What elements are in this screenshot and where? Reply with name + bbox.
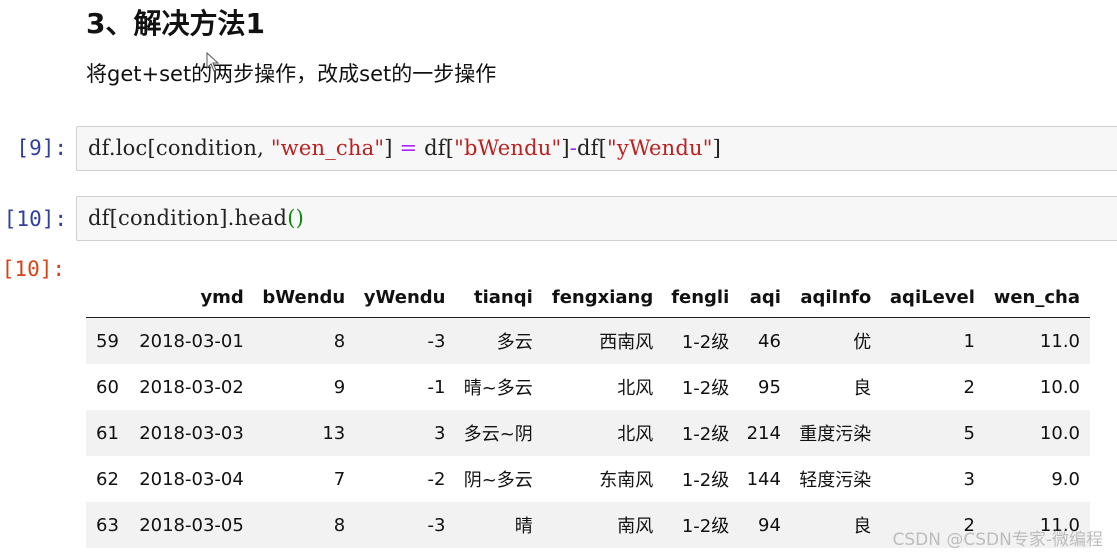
column-header-aqiLevel: aqiLevel <box>881 277 985 318</box>
table-cell: 7 <box>333 468 346 490</box>
table-cell: 214 <box>739 410 791 456</box>
input-prompt-10: [10]: <box>3 207 67 231</box>
table-cell: 东南风 <box>599 470 654 491</box>
output-prompt-10: t[10]: <box>0 257 65 281</box>
row-index: 60 <box>96 376 119 398</box>
table-cell: 多云 <box>455 317 543 364</box>
table-cell: -2 <box>427 468 446 490</box>
code-cell-10[interactable]: df[condition].head() <box>76 196 1117 241</box>
code-line[interactable]: df.loc[condition, "wen_cha"] = df["bWend… <box>88 136 721 160</box>
table-cell: 2018-03-01 <box>130 317 254 364</box>
code-token: df[ <box>417 136 455 160</box>
table-cell: -3 <box>355 317 456 364</box>
code-token: - <box>569 136 578 160</box>
code-line[interactable]: df[condition].head() <box>88 206 304 230</box>
table-cell: 1-2级 <box>681 378 730 399</box>
table-row: 60 2018-03-02 9 -1 晴~多云 北风 1-2级 95 良 2 10.0 <box>86 364 1090 410</box>
table-cell: 1-2级 <box>663 410 740 456</box>
table-cell: 北风 <box>617 378 654 399</box>
table-cell: 3 <box>963 468 975 490</box>
table-cell: 西南风 <box>542 317 664 364</box>
table-cell: 良 <box>853 378 872 399</box>
table-cell: 1-2级 <box>663 317 740 364</box>
table-cell: 良 <box>790 502 882 548</box>
table-cell: 轻度污染 <box>799 470 872 491</box>
table-cell: -3 <box>355 502 456 548</box>
table-row: 59 2018-03-01 8 -3 多云 西南风 1-2级 46 优 1 11.0 <box>86 317 1090 364</box>
index-header <box>86 277 131 318</box>
dataframe-output-table: ymd bWendu yWendu tianqi fengxiang fengli aqi a… <box>86 277 1090 548</box>
table-cell: 2018-03-03 <box>130 410 254 456</box>
table-cell: 晴 <box>455 502 543 548</box>
table-cell: 3 <box>355 410 456 456</box>
column-header-ymd: ymd <box>130 277 254 318</box>
column-header-tianqi: tianqi <box>455 277 543 318</box>
table-cell: -1 <box>427 376 446 398</box>
column-header-yWendu: yWendu <box>355 277 456 318</box>
code-token: ] <box>712 136 722 160</box>
column-header-aqiInfo: aqiInfo <box>790 277 882 318</box>
section-heading: 3、解决方法1 <box>86 7 265 40</box>
table-cell: 9 <box>333 376 346 398</box>
table-cell: 144 <box>746 468 781 490</box>
code-token: df.loc[condition, <box>88 136 271 160</box>
description-text: 将get+set的两步操作，改成set的一步操作 <box>86 62 497 86</box>
table-cell: 多云~阴 <box>455 410 543 456</box>
table-header-row: ymd bWendu yWendu tianqi fengxiang fengli aqi a… <box>86 277 1090 318</box>
column-header-aqi: aqi <box>739 277 791 318</box>
input-prompt-9: [9]: <box>16 136 67 160</box>
table-row: 62 2018-03-04 7 -2 阴~多云 东南风 1-2级 144 轻度污染 3 9.0 <box>86 456 1090 502</box>
row-index: 62 <box>96 468 119 490</box>
mouse-cursor-icon <box>206 52 220 72</box>
row-index: 63 <box>86 502 131 548</box>
table-cell: 2018-03-04 <box>139 468 244 490</box>
code-token: "bWendu" <box>454 136 562 160</box>
table-cell: 5 <box>881 410 985 456</box>
table-cell: 晴~多云 <box>463 378 533 399</box>
code-token: ] <box>384 136 400 160</box>
watermark: CSDN @CSDN专家-微编程 <box>892 530 1103 550</box>
table-cell: 2 <box>963 376 975 398</box>
table-cell: 9.0 <box>1051 468 1080 490</box>
table-cell: 阴~多云 <box>463 470 533 491</box>
table-cell: 1-2级 <box>681 470 730 491</box>
table-cell: 南风 <box>542 502 664 548</box>
table-cell: 1-2级 <box>663 502 740 548</box>
table-cell: 2018-03-05 <box>130 502 254 548</box>
code-token: "yWendu" <box>607 136 713 160</box>
code-token: = <box>399 136 418 160</box>
table-cell: 94 <box>739 502 791 548</box>
table-cell: 46 <box>739 317 791 364</box>
table-cell: 北风 <box>542 410 664 456</box>
column-header-wen_cha: wen_cha <box>984 277 1090 318</box>
code-token: "wen_cha" <box>270 136 385 160</box>
table-cell: 13 <box>253 410 356 456</box>
table-cell: 1 <box>881 317 985 364</box>
table-cell: 2018-03-02 <box>139 376 244 398</box>
table-row: 61 2018-03-03 13 3 多云~阴 北风 1-2级 214 重度污染 5 10.0 <box>86 410 1090 456</box>
column-header-fengli: fengli <box>663 277 740 318</box>
table-cell: 8 <box>253 502 356 548</box>
code-token: df[ <box>577 136 608 160</box>
column-header-bWendu: bWendu <box>253 277 356 318</box>
code-token: df[condition].head <box>88 206 288 230</box>
row-index: 59 <box>86 317 131 364</box>
row-index: 61 <box>86 410 131 456</box>
table-cell: 10.0 <box>1039 376 1080 398</box>
code-token: ] <box>561 136 570 160</box>
table-cell: 重度污染 <box>790 410 882 456</box>
table-cell: 优 <box>790 317 882 364</box>
code-token: () <box>287 206 305 230</box>
column-header-fengxiang: fengxiang <box>542 277 664 318</box>
table-cell: 8 <box>253 317 356 364</box>
table-cell: 11.0 <box>984 317 1090 364</box>
code-cell-9[interactable]: df.loc[condition, "wen_cha"] = df["bWend… <box>76 126 1117 171</box>
table-cell: 10.0 <box>984 410 1090 456</box>
table-cell: 95 <box>758 376 781 398</box>
